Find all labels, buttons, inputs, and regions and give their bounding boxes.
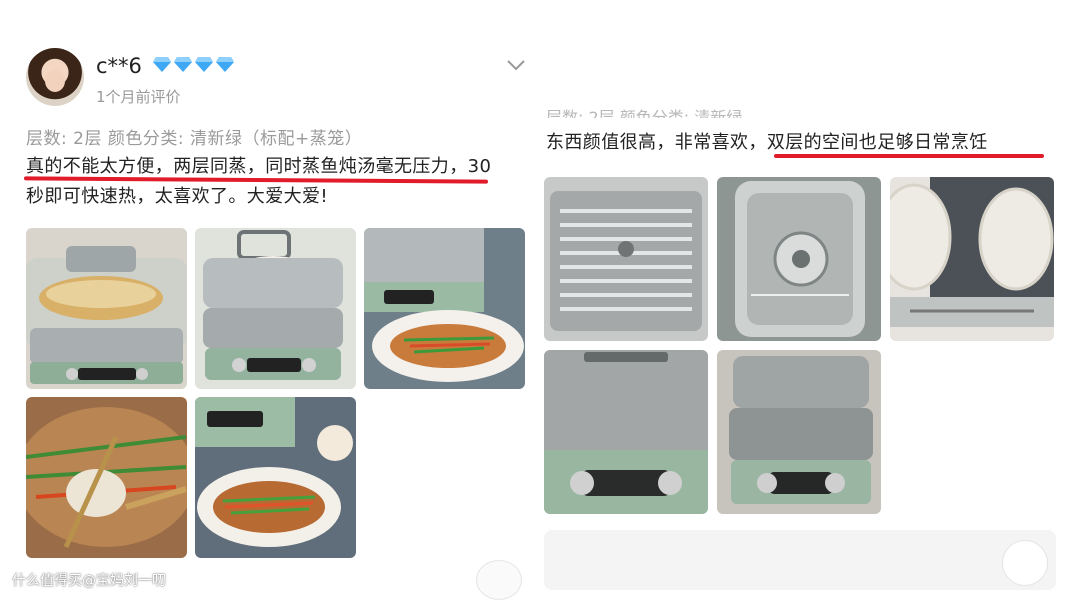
review-photo[interactable] [26, 397, 187, 558]
product-specs-right: 层数: 2层 颜色分类: 清新绿 [546, 108, 743, 118]
review-photo[interactable] [544, 350, 708, 514]
diamond-icon [174, 57, 192, 72]
red-underline-right [774, 154, 1044, 158]
review-text-tail: ，30 [449, 156, 492, 177]
review-photo[interactable] [364, 228, 525, 389]
product-specs: 层数: 2层 颜色分类: 清新绿（标配+蒸笼） [26, 129, 363, 149]
watermark: 什么值得买@宝妈刘一叨 [12, 573, 166, 589]
diamond-icon [153, 57, 171, 72]
review-photo[interactable] [195, 228, 356, 389]
review-highlight: 真的不能太方便，两层同蒸，同时蒸鱼炖汤毫无压力 [26, 156, 450, 177]
review-photo[interactable] [26, 228, 187, 389]
review-highlight-right: 双层的空间也足够日常烹饪 [766, 132, 988, 153]
review-time: 1个月前评价 [96, 88, 181, 106]
avatar-placeholder [1002, 540, 1048, 586]
review-photo[interactable] [717, 350, 881, 514]
review-text-right: 东西颜值很高，非常喜欢，双层的空间也足够日常烹饪 [546, 128, 988, 154]
user-avatar[interactable] [26, 48, 84, 106]
next-review-preview [544, 530, 1056, 590]
review-text-plain: 东西颜值很高，非常喜欢， [546, 132, 767, 153]
photo-grid [26, 228, 525, 558]
diamond-badges [152, 54, 235, 74]
review-photo[interactable] [717, 177, 881, 341]
diamond-icon [195, 57, 213, 72]
review-photo[interactable] [890, 177, 1054, 341]
comment-icon[interactable] [476, 560, 522, 600]
review-photo[interactable] [544, 177, 708, 341]
diamond-icon [216, 57, 234, 72]
username[interactable]: c**6 [96, 54, 142, 78]
photo-grid-right [544, 177, 1054, 514]
review-text-line2: 秒即可快速热，太喜欢了。大爱大爱! [26, 186, 329, 207]
chevron-down-icon[interactable] [506, 58, 526, 72]
right-review-card: 层数: 2层 颜色分类: 清新绿 东西颜值很高，非常喜欢，双层的空间也足够日常烹… [540, 0, 1080, 605]
review-photo[interactable] [195, 397, 356, 558]
left-review-card: c**6 1个月前评价 层数: 2层 颜色分类: 清新绿（标配+蒸笼） 真的不能… [0, 0, 540, 605]
